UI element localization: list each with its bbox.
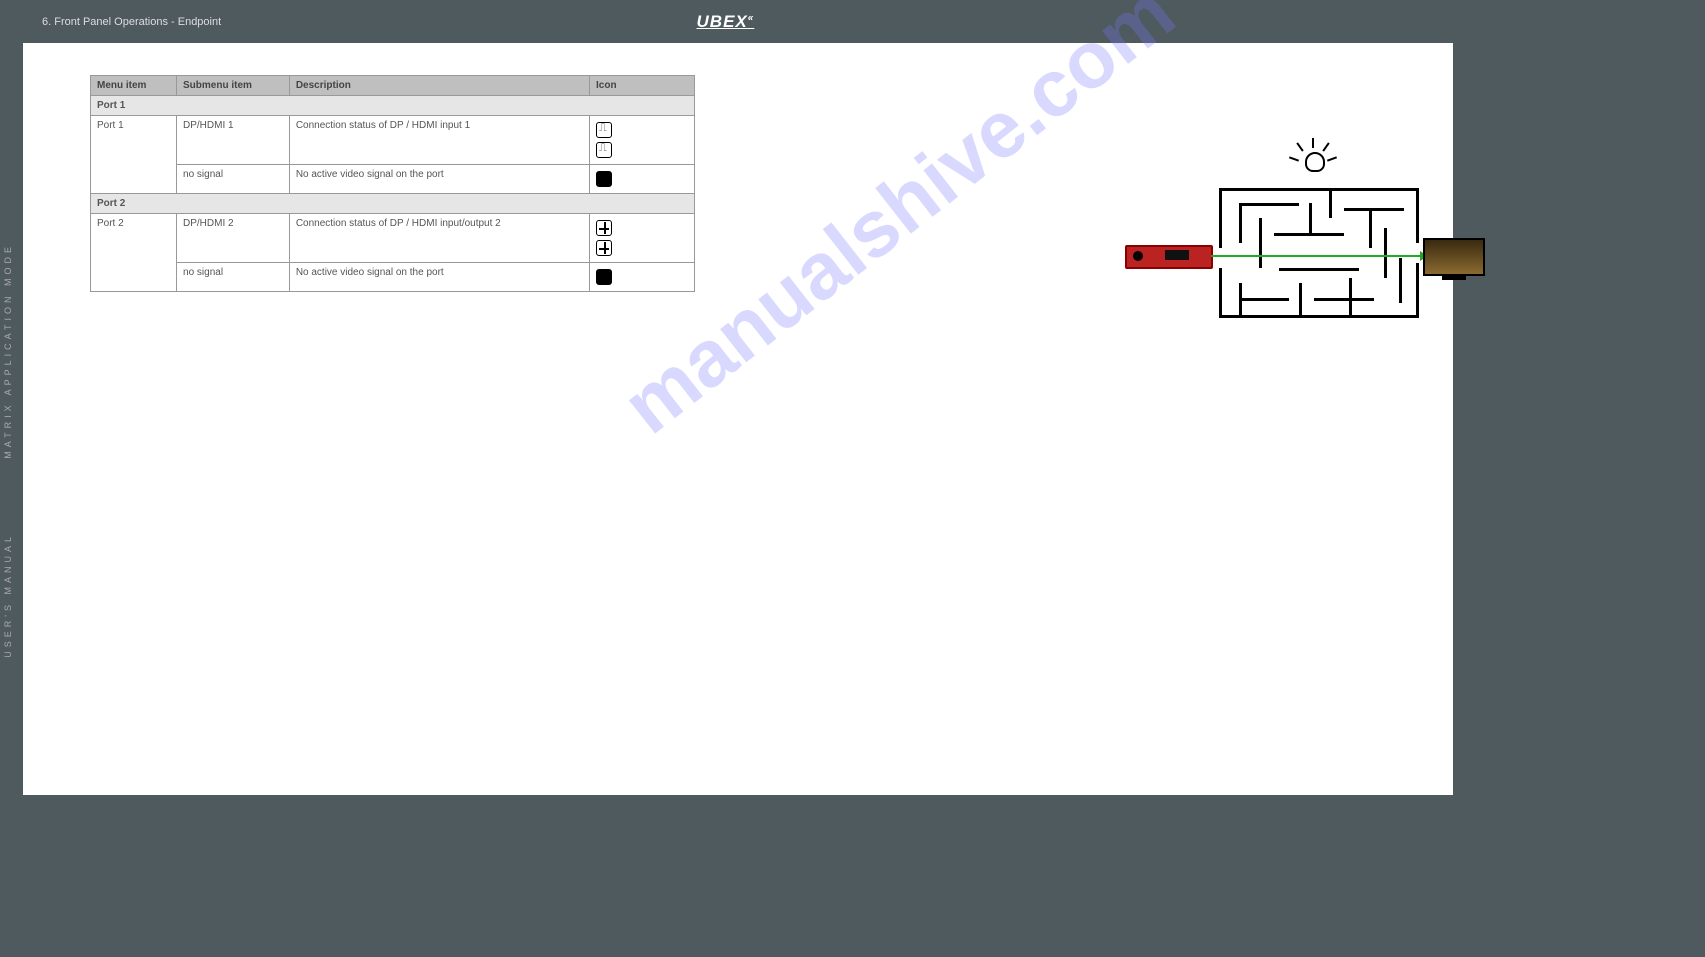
- brand-logo: UBEX«: [697, 12, 755, 32]
- table-row: no signal No active video signal on the …: [91, 263, 695, 292]
- table-row: no signal No active video signal on the …: [91, 165, 695, 194]
- routing-illustration: [1125, 138, 1495, 348]
- plug-icon: [596, 122, 612, 138]
- side-text-1: MATRIX APPLICATION MODE: [3, 243, 13, 459]
- table-row: Port 2 DP/HDMI 2 Connection status of DP…: [91, 214, 695, 263]
- ubex-device-icon: [1125, 245, 1213, 269]
- io-split-icon: [596, 220, 612, 236]
- intro-text: [825, 135, 1115, 149]
- th-desc: Description: [289, 76, 589, 96]
- maze-icon: [1219, 188, 1419, 318]
- content-area: Menu item Submenu item Description Icon …: [90, 75, 1420, 292]
- table-row: Port 1 DP/HDMI 1 Connection status of DP…: [91, 116, 695, 165]
- th-menu: Menu item: [91, 76, 177, 96]
- top-left-2: 6. Front Panel Operations - Endpoint: [28, 16, 235, 28]
- top-bar: 6. Front Panel Operations - Endpoint UBE…: [0, 0, 1705, 43]
- io-split-icon: [596, 240, 612, 256]
- document-page: Menu item Submenu item Description Icon …: [23, 43, 1453, 795]
- side-text-2: USER'S MANUAL: [3, 533, 13, 658]
- no-signal-icon: [596, 171, 612, 187]
- specs-table: Menu item Submenu item Description Icon …: [90, 75, 695, 292]
- th-icon: Icon: [590, 76, 695, 96]
- th-submenu: Submenu item: [177, 76, 290, 96]
- page-viewport: 6. Front Panel Operations - Endpoint UBE…: [0, 0, 1705, 957]
- section-row: Port 1: [91, 96, 695, 116]
- section-row: Port 2: [91, 194, 695, 214]
- table-header-row: Menu item Submenu item Description Icon: [91, 76, 695, 96]
- side-rail: MATRIX APPLICATION MODE USER'S MANUAL: [0, 43, 23, 795]
- no-signal-icon: [596, 269, 612, 285]
- lightbulb-icon: [1293, 138, 1333, 178]
- plug-icon: [596, 142, 612, 158]
- display-icon: [1423, 238, 1485, 276]
- signal-path-arrow-icon: [1211, 255, 1427, 257]
